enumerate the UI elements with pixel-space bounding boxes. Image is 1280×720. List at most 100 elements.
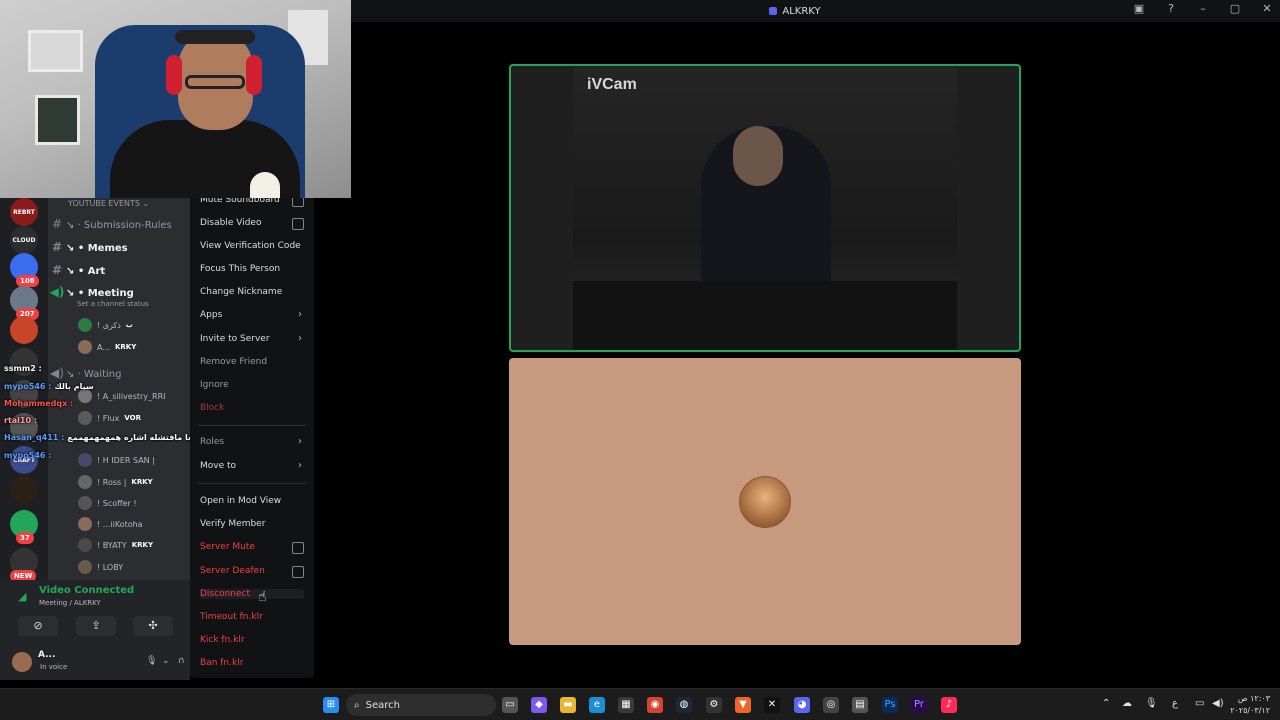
microphone-icon[interactable]: 🎙 [1145, 698, 1158, 709]
close-button[interactable]: ✕ [1260, 2, 1274, 15]
checkbox-icon[interactable] [292, 218, 304, 230]
voice-member[interactable]: ! LOBY [78, 560, 128, 574]
menu-item-roles[interactable]: Roles › [200, 436, 304, 447]
menu-item-ban-fn-klr[interactable]: Ban fn.klr [200, 658, 304, 668]
category-header[interactable]: YOUTUBE EVENTS ⌄ [68, 199, 190, 208]
voice-member[interactable]: ! ذكرى ب [78, 318, 133, 332]
voice-channel-waiting[interactable]: ◀) ↘ · Waiting [48, 366, 190, 380]
minimize-button[interactable]: – [1196, 2, 1210, 15]
voice-member[interactable]: ! Ross | KRKY [78, 475, 153, 489]
camera-face [733, 126, 783, 186]
brave-icon[interactable]: ▼ [735, 697, 751, 713]
chat-username: mypo546 : [4, 382, 52, 391]
capcut-icon[interactable]: ✕ [764, 697, 780, 713]
premiere-icon[interactable]: Pr [911, 697, 927, 713]
voice-member[interactable]: ! BYATY KRKY [78, 538, 153, 552]
chat-username: Mohammedqx : [4, 399, 74, 408]
chevron-down-icon[interactable]: ⌄ [162, 656, 170, 666]
menu-item-timeout-fn-klr[interactable]: Timeout fn.klr [200, 612, 304, 622]
cloud-icon[interactable]: ☁ [1122, 698, 1132, 709]
server-icon[interactable] [10, 316, 38, 344]
wall-plaque [28, 30, 83, 72]
menu-item-label: Move to [200, 461, 237, 471]
avatar [78, 538, 92, 552]
inbox-icon[interactable]: ▣ [1132, 2, 1146, 15]
clock[interactable]: ١٢:٠٣ ص ٢٠٢٥/٠٣/١٢ [1230, 693, 1270, 717]
avatar [78, 389, 92, 403]
menu-item-block[interactable]: Block [200, 403, 304, 413]
checkbox-icon[interactable] [292, 542, 304, 554]
menu-item-server-deafen[interactable]: Server Deafen [200, 566, 304, 578]
discord-taskbar-icon[interactable]: ◕ [794, 697, 810, 713]
store-icon[interactable]: ▦ [618, 697, 634, 713]
taskbar-search[interactable]: ⌕ Search [346, 694, 496, 716]
menu-item-focus-this-person[interactable]: Focus This Person [200, 264, 304, 274]
voice-member[interactable]: ! H IDER SAN | [78, 453, 160, 467]
menu-item-remove-friend[interactable]: Remove Friend [200, 357, 304, 367]
channel-art[interactable]: # ↘ • Art [48, 263, 190, 277]
app-icon[interactable]: ▤ [852, 697, 868, 713]
file-explorer-icon[interactable]: ▬ [560, 697, 576, 713]
chrome-icon[interactable]: ◉ [647, 697, 663, 713]
tiktok-icon[interactable]: ♪ [941, 697, 957, 713]
steam-icon[interactable]: ◍ [676, 697, 692, 713]
menu-item-verify-member[interactable]: Verify Member [200, 519, 304, 529]
volume-icon[interactable]: ◀) [1212, 698, 1224, 709]
menu-item-kick-fn-klr[interactable]: Kick fn.klr [200, 635, 304, 645]
channel-memes[interactable]: # ↘ • Memes [48, 240, 190, 254]
chevron-up-icon[interactable]: ⌃ [1102, 698, 1110, 709]
chevron-right-icon: › [298, 436, 302, 447]
voice-member[interactable]: ! Scoffer ! [78, 496, 142, 510]
help-icon[interactable]: ? [1164, 2, 1178, 15]
chat-username: rtal10 : [4, 416, 38, 425]
lamp [250, 172, 280, 198]
glasses [185, 75, 245, 89]
menu-item-move-to[interactable]: Move to › [200, 460, 304, 471]
window-controls: ▣ ? – ▢ ✕ [1132, 2, 1274, 15]
menu-item-server-mute[interactable]: Server Mute [200, 542, 304, 554]
camera-off-button[interactable]: ⊘ [18, 616, 58, 636]
activities-button[interactable]: ✣ [133, 616, 173, 636]
headphones-icon[interactable]: ∩ [178, 656, 185, 666]
menu-item-ignore[interactable]: Ignore [200, 380, 304, 390]
menu-item-disable-video[interactable]: Disable Video [200, 218, 304, 230]
voice-status-title[interactable]: Video Connected [39, 585, 134, 596]
voice-member[interactable]: ! ...iiKotoha [78, 517, 148, 531]
video-tile-avatar[interactable] [509, 358, 1021, 645]
server-icon[interactable]: CLOUD [10, 226, 38, 254]
voice-member[interactable]: A... KRKY [78, 340, 136, 354]
voice-status-subtitle[interactable]: Meeting / ALKRKY [39, 599, 101, 607]
menu-item-label: Disable Video [200, 218, 262, 228]
voice-member[interactable]: ! Flux VOR [78, 411, 141, 425]
photoshop-icon[interactable]: Ps [882, 697, 898, 713]
user-name[interactable]: A... [38, 650, 55, 660]
server-icon[interactable] [10, 476, 38, 504]
menu-item-invite-to-server[interactable]: Invite to Server › [200, 333, 304, 344]
member-name: ! A_silivestry_RRI [97, 391, 166, 401]
signal-icon[interactable]: ◢ [18, 590, 26, 603]
avatar[interactable] [12, 652, 32, 672]
voice-member[interactable]: ! A_silivestry_RRI [78, 389, 171, 403]
start-icon[interactable]: ⊞ [323, 697, 339, 713]
menu-item-view-verification-code[interactable]: View Verification Code [200, 241, 304, 251]
task-view-icon[interactable]: ▭ [502, 697, 518, 713]
language-icon[interactable]: ع [1172, 698, 1178, 709]
menu-item-open-in-mod-view[interactable]: Open in Mod View [200, 496, 304, 506]
channel-submission-rules[interactable]: # ↘ · Submission-Rules [48, 217, 190, 231]
copilot-icon[interactable]: ◆ [531, 697, 547, 713]
checkbox-icon[interactable] [292, 566, 304, 578]
network-icon[interactable]: ▭ [1195, 698, 1204, 709]
server-icon[interactable]: REBRT [10, 198, 38, 226]
obs-icon[interactable]: ◎ [823, 697, 839, 713]
microphone-icon[interactable]: 🎙 [146, 656, 157, 666]
voice-channel-meeting[interactable]: ◀) ↘ • Meeting [48, 285, 190, 299]
settings-icon[interactable]: ⚙ [706, 697, 722, 713]
menu-item-apps[interactable]: Apps › [200, 309, 304, 320]
channel-status[interactable]: Set a channel status [77, 300, 149, 308]
menu-item-disconnect[interactable]: Disconnect [200, 589, 304, 599]
video-tile-camera[interactable]: iVCam [509, 64, 1021, 352]
menu-item-change-nickname[interactable]: Change Nickname [200, 287, 304, 297]
maximize-button[interactable]: ▢ [1228, 2, 1242, 15]
screen-share-button[interactable]: ⇪ [76, 616, 116, 636]
edge-icon[interactable]: e [589, 697, 605, 713]
